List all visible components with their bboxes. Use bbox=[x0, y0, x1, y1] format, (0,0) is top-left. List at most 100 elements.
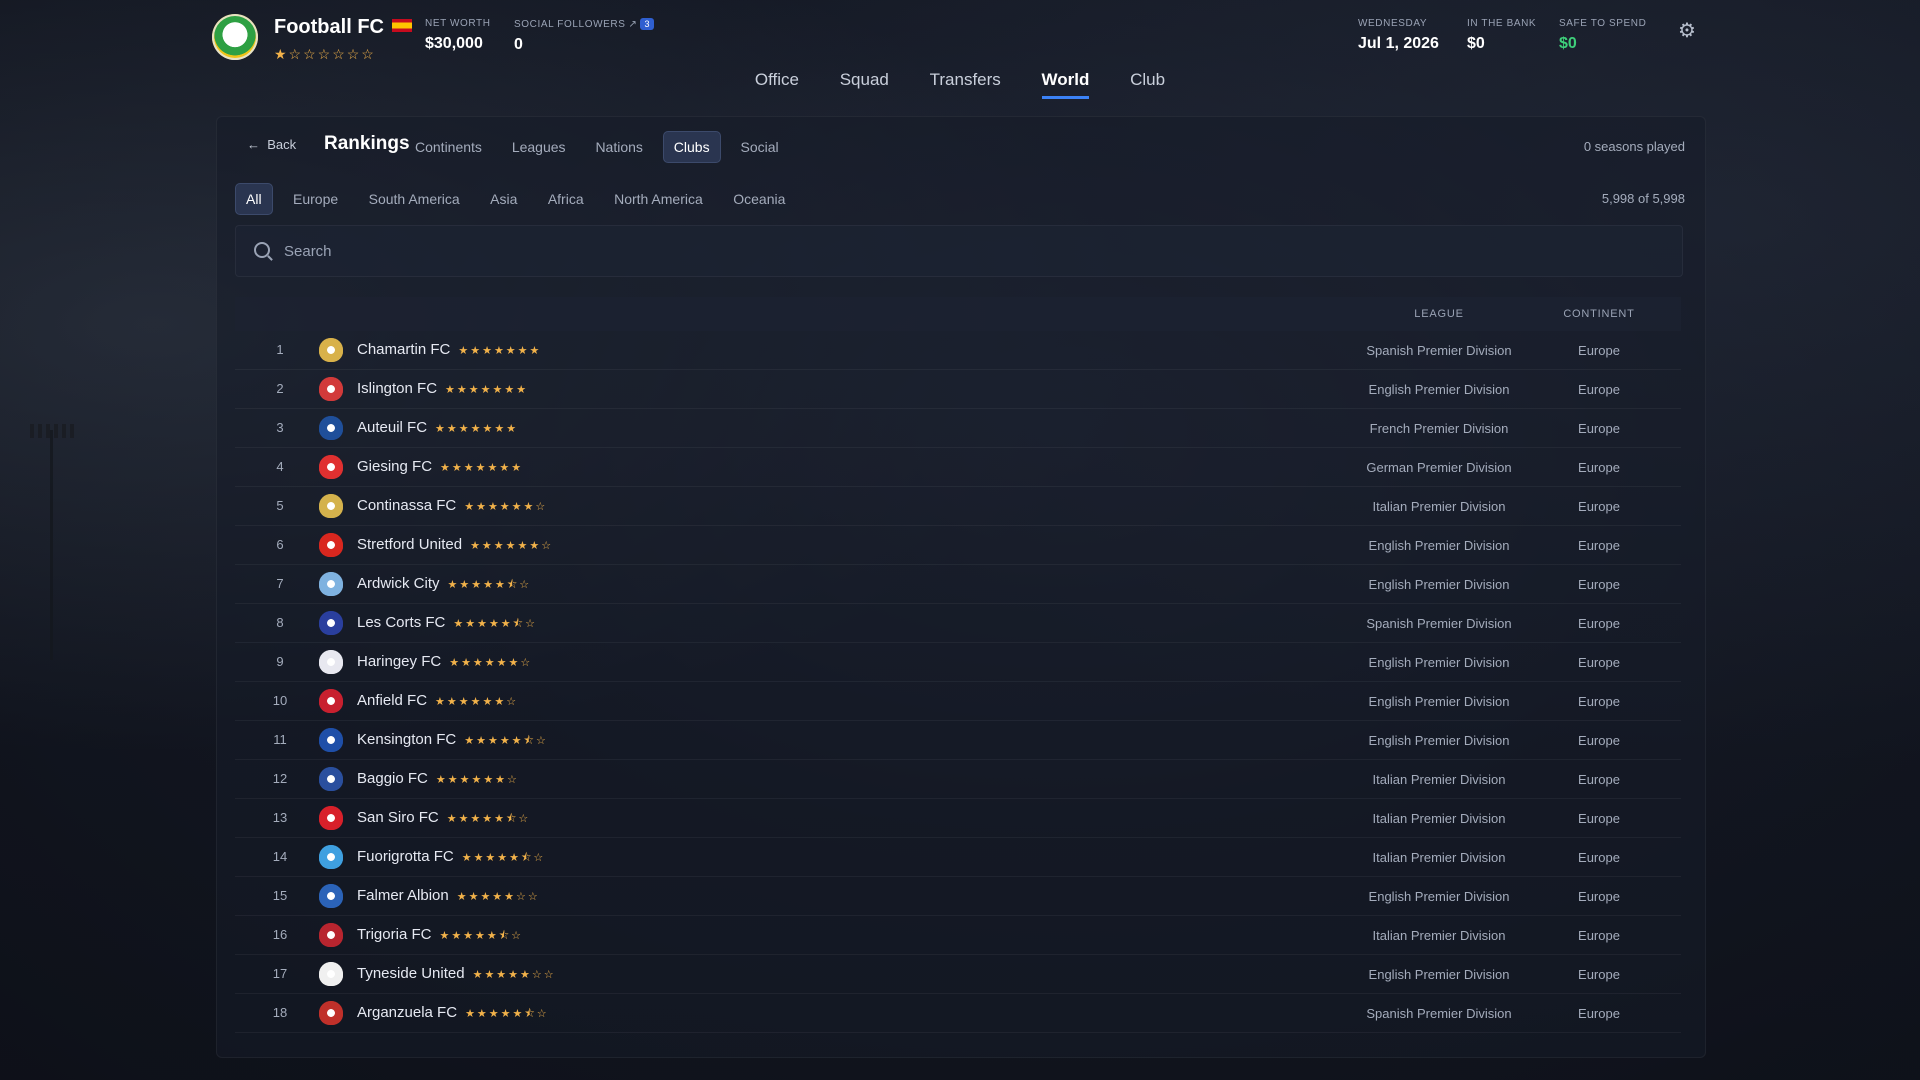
tab-social[interactable]: Social bbox=[730, 132, 788, 162]
club-crest-icon bbox=[319, 455, 343, 479]
league-cell: Italian Premier Division bbox=[1372, 772, 1506, 787]
table-row[interactable]: 7 Ardwick City ★★★★★⯪☆ English Premier Divi… bbox=[235, 565, 1681, 604]
club-name-cell[interactable]: Kensington FC ★★★★★⯪☆ bbox=[357, 731, 548, 751]
club-name-cell[interactable]: Baggio FC ★★★★★★☆ bbox=[357, 770, 519, 787]
club-name-cell[interactable]: Chamartin FC ★★★★★★★ bbox=[357, 341, 541, 358]
club-name-text: Trigoria FC bbox=[357, 926, 432, 943]
spain-flag-icon bbox=[391, 19, 412, 32]
table-row[interactable]: 4 Giesing FC ★★★★★★★ German Premier Divisio… bbox=[235, 448, 1681, 487]
table-row[interactable]: 9 Haringey FC ★★★★★★☆ English Premier Divis… bbox=[235, 643, 1681, 682]
club-name-cell[interactable]: Tyneside United ★★★★★☆☆ bbox=[357, 965, 556, 982]
club-name-cell[interactable]: Ardwick City ★★★★★⯪☆ bbox=[357, 575, 531, 595]
table-row[interactable]: 18 Arganzuela FC ★★★★★⯪☆ Spanish Premier Di… bbox=[235, 994, 1681, 1033]
tab-continents[interactable]: Continents bbox=[405, 132, 492, 162]
nav-world[interactable]: World bbox=[1041, 70, 1090, 99]
table-row[interactable]: 5 Continassa FC ★★★★★★☆ Italian Premier Div… bbox=[235, 487, 1681, 526]
league-cell: English Premier Division bbox=[1368, 694, 1510, 709]
league-cell: Italian Premier Division bbox=[1372, 928, 1506, 943]
table-row[interactable]: 3 Auteuil FC ★★★★★★★ French Premier Divisio… bbox=[235, 409, 1681, 448]
net-worth-stat: NET WORTH $30,000 bbox=[425, 18, 491, 53]
column-header-league[interactable]: LEAGUE bbox=[1339, 308, 1539, 320]
clubs-table: LEAGUE CONTINENT 1 Chamartin FC ★★★★★★★ Spa… bbox=[235, 297, 1681, 1033]
result-count: 5,998 of 5,998 bbox=[1601, 191, 1685, 206]
club-name-cell[interactable]: Les Corts FC ★★★★★⯪☆ bbox=[357, 614, 537, 634]
tab-leagues[interactable]: Leagues bbox=[502, 132, 576, 162]
back-button[interactable]: ← Back bbox=[247, 137, 296, 152]
league-cell: Spanish Premier Division bbox=[1366, 1006, 1512, 1021]
club-crest-icon bbox=[319, 728, 343, 752]
club-name-cell[interactable]: Fuorigrotta FC ★★★★★⯪☆ bbox=[357, 848, 545, 868]
table-row[interactable]: 6 Stretford United ★★★★★★☆ English Premier … bbox=[235, 526, 1681, 565]
top-bar: Football FC ★☆☆☆☆☆☆ NET WORTH $30,000 SO… bbox=[212, 14, 1698, 64]
search-input[interactable] bbox=[282, 236, 1666, 266]
club-name-cell[interactable]: Continassa FC ★★★★★★☆ bbox=[357, 497, 547, 514]
club-name-cell[interactable]: Haringey FC ★★★★★★☆ bbox=[357, 653, 532, 670]
club-name-cell[interactable]: Auteuil FC ★★★★★★★ bbox=[357, 419, 518, 436]
table-row[interactable]: 13 San Siro FC ★★★★★⯪☆ Italian Premier Divi… bbox=[235, 799, 1681, 838]
nav-club[interactable]: Club bbox=[1130, 70, 1165, 96]
club-name-text: Tyneside United bbox=[357, 965, 465, 982]
club-name-cell[interactable]: Anfield FC ★★★★★★☆ bbox=[357, 692, 518, 709]
club-name-cell[interactable]: Arganzuela FC ★★★★★⯪☆ bbox=[357, 1004, 549, 1024]
filter-all[interactable]: All bbox=[235, 183, 273, 215]
club-rating-stars: ★★★★★★☆ bbox=[464, 501, 548, 513]
table-row[interactable]: 10 Anfield FC ★★★★★★☆ English Premier Divis… bbox=[235, 682, 1681, 721]
club-crest-icon bbox=[319, 416, 343, 440]
back-arrow-icon: ← bbox=[247, 137, 268, 152]
table-row[interactable]: 16 Trigoria FC ★★★★★⯪☆ Italian Premier Divi… bbox=[235, 916, 1681, 955]
continent-cell: Europe bbox=[1578, 616, 1620, 631]
club-name-cell[interactable]: San Siro FC ★★★★★⯪☆ bbox=[357, 809, 530, 829]
external-link-icon[interactable]: ↗ bbox=[628, 19, 637, 30]
continent-cell: Europe bbox=[1578, 460, 1620, 475]
column-header-continent[interactable]: CONTINENT bbox=[1539, 308, 1659, 320]
club-name-text: Arganzuela FC bbox=[357, 1004, 458, 1021]
rank-number: 5 bbox=[276, 498, 284, 513]
filter-asia[interactable]: Asia bbox=[480, 184, 527, 214]
continent-cell: Europe bbox=[1578, 928, 1620, 943]
rankings-panel: ← Back Rankings Continents Leagues Natio… bbox=[216, 116, 1706, 1058]
rank-number: 14 bbox=[272, 849, 288, 864]
league-cell: Spanish Premier Division bbox=[1366, 616, 1512, 631]
club-crest-icon bbox=[319, 806, 343, 830]
club-name-text: Baggio FC bbox=[357, 770, 428, 787]
club-rating-stars: ★★★★★★★ bbox=[435, 423, 519, 435]
filter-europe[interactable]: Europe bbox=[283, 184, 348, 214]
search-box[interactable] bbox=[235, 225, 1683, 277]
table-row[interactable]: 8 Les Corts FC ★★★★★⯪☆ Spanish Premier Divi… bbox=[235, 604, 1681, 643]
league-cell: Italian Premier Division bbox=[1372, 811, 1506, 826]
table-row[interactable]: 17 Tyneside United ★★★★★☆☆ English Premier … bbox=[235, 955, 1681, 994]
table-row[interactable]: 12 Baggio FC ★★★★★★☆ Italian Premier Divisi… bbox=[235, 760, 1681, 799]
settings-gear-icon[interactable]: ⚙ bbox=[1676, 20, 1698, 42]
table-row[interactable]: 1 Chamartin FC ★★★★★★★ Spanish Premier Divi… bbox=[235, 331, 1681, 370]
table-row[interactable]: 11 Kensington FC ★★★★★⯪☆ English Premier Di… bbox=[235, 721, 1681, 760]
table-row[interactable]: 14 Fuorigrotta FC ★★★★★⯪☆ Italian Premier D… bbox=[235, 838, 1681, 877]
filter-africa[interactable]: Africa bbox=[538, 184, 594, 214]
club-name-cell[interactable]: Giesing FC ★★★★★★★ bbox=[357, 458, 523, 475]
tab-nations[interactable]: Nations bbox=[585, 132, 652, 162]
club-rating-stars: ★★★★★⯪☆ bbox=[439, 930, 524, 942]
search-icon bbox=[254, 242, 270, 258]
nav-squad[interactable]: Squad bbox=[840, 70, 889, 96]
nav-office[interactable]: Office bbox=[755, 70, 799, 96]
club-name-cell[interactable]: Trigoria FC ★★★★★⯪☆ bbox=[357, 926, 523, 946]
club-name-cell[interactable]: Islington FC ★★★★★★★ bbox=[357, 380, 528, 397]
social-followers-stat[interactable]: SOCIAL FOLLOWERS ↗ 3 0 bbox=[514, 18, 655, 54]
club-rating-stars: ★★★★★★☆ bbox=[435, 774, 519, 786]
club-crest-icon bbox=[319, 767, 343, 791]
tab-clubs[interactable]: Clubs bbox=[662, 131, 721, 163]
table-row[interactable]: 2 Islington FC ★★★★★★★ English Premier Divi… bbox=[235, 370, 1681, 409]
filter-oceania[interactable]: Oceania bbox=[723, 184, 795, 214]
seasons-played: 0 seasons played bbox=[1583, 139, 1685, 154]
club-logo[interactable] bbox=[212, 14, 258, 60]
club-name-cell[interactable]: Stretford United ★★★★★★☆ bbox=[357, 536, 553, 553]
safe-to-spend-label: SAFE TO SPEND bbox=[1559, 18, 1647, 29]
club-rating-stars: ★★★★★⯪☆ bbox=[461, 852, 546, 864]
social-followers-label-text: SOCIAL FOLLOWERS bbox=[514, 19, 626, 30]
filter-south-america[interactable]: South America bbox=[359, 184, 470, 214]
filter-north-america[interactable]: North America bbox=[604, 184, 713, 214]
table-row[interactable]: 15 Falmer Albion ★★★★★☆☆ English Premier Di… bbox=[235, 877, 1681, 916]
nav-transfers[interactable]: Transfers bbox=[930, 70, 1001, 96]
club-name-cell[interactable]: Falmer Albion ★★★★★☆☆ bbox=[357, 887, 540, 904]
rank-number: 10 bbox=[272, 693, 288, 708]
continent-cell: Europe bbox=[1578, 850, 1620, 865]
